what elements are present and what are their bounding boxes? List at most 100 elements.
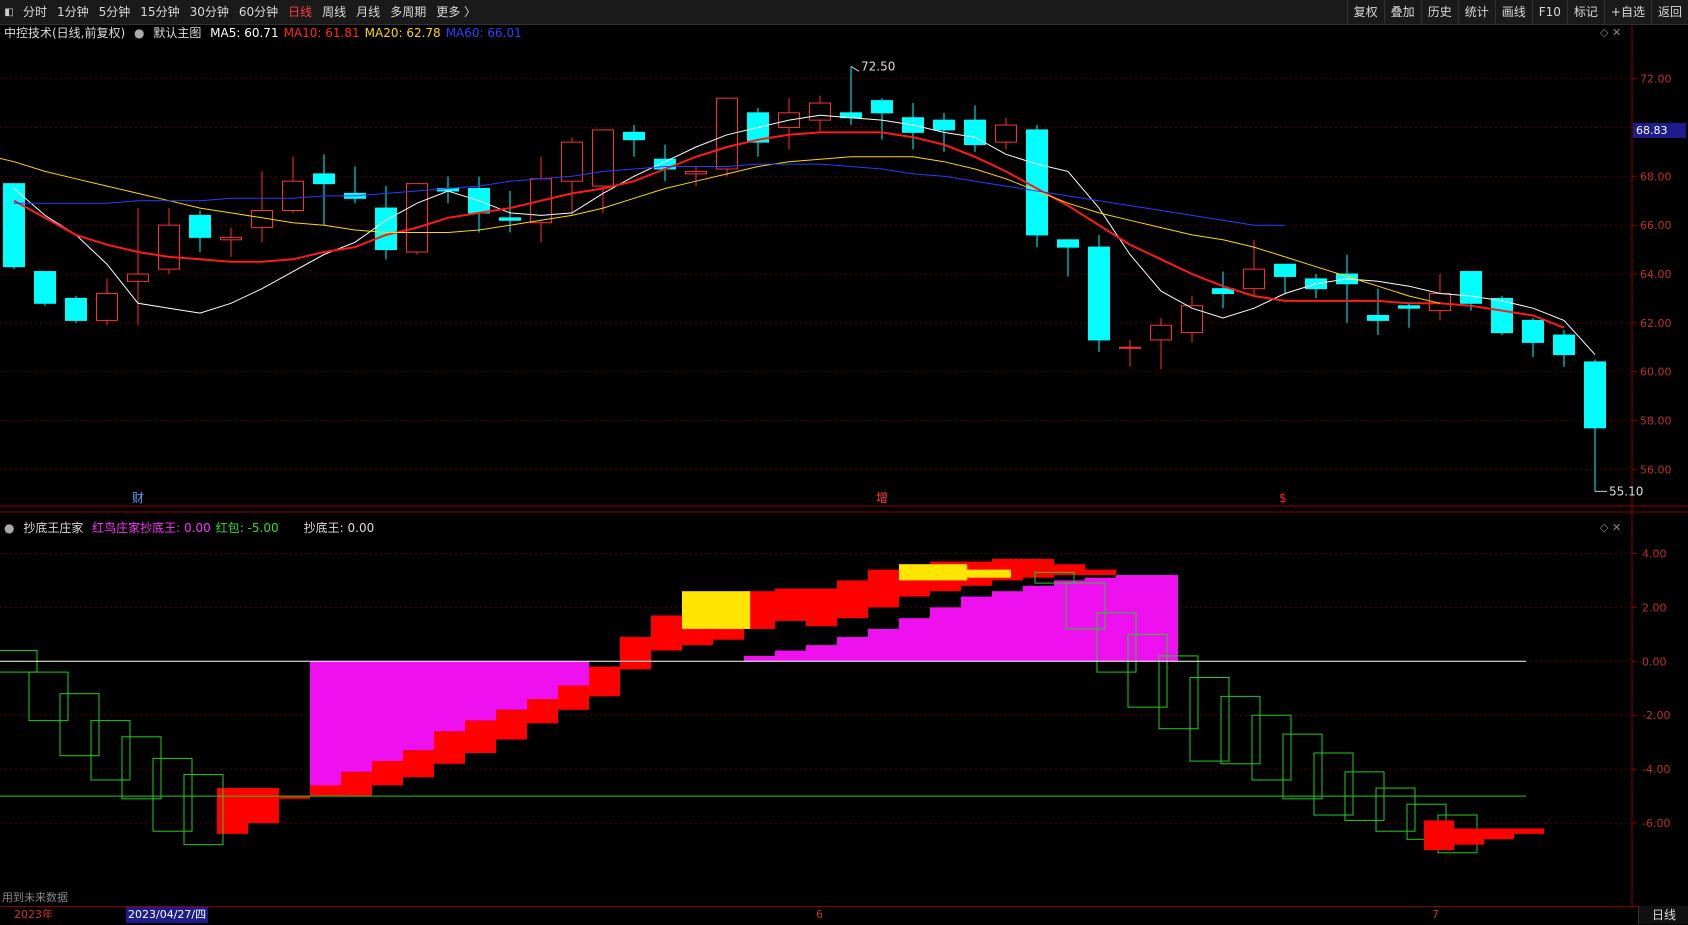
candle-body xyxy=(65,297,87,321)
green-step xyxy=(1251,714,1292,781)
price-tick-label: 66.00 xyxy=(1640,219,1672,232)
red-step xyxy=(341,771,372,797)
future-data-note: 用到未来数据 xyxy=(2,891,68,904)
candle-body xyxy=(282,180,304,212)
magenta-bar xyxy=(558,661,589,686)
candle-body xyxy=(1243,268,1265,290)
candle-body xyxy=(1150,324,1172,341)
candle-body xyxy=(220,236,242,241)
red-step xyxy=(589,666,620,697)
red-tail-step xyxy=(1454,828,1484,845)
magenta-bar xyxy=(868,628,899,662)
candle-body xyxy=(592,129,614,187)
red-step xyxy=(372,761,403,786)
period-button[interactable]: 日线 xyxy=(1638,906,1688,924)
red-step xyxy=(1054,564,1085,576)
red-tail-step xyxy=(1484,828,1514,840)
red-step xyxy=(527,699,558,724)
magenta-bar xyxy=(899,618,930,662)
magenta-bar xyxy=(775,650,806,662)
red-step xyxy=(558,685,589,710)
red-step xyxy=(434,731,465,764)
candle-body xyxy=(1367,315,1389,321)
green-step xyxy=(90,720,131,781)
magenta-bar xyxy=(1116,575,1147,662)
year-label: 2023年 xyxy=(14,908,53,921)
red-step xyxy=(1085,569,1116,576)
candle-body xyxy=(809,102,831,121)
green-step xyxy=(1158,655,1199,730)
price-tick-label: 60.00 xyxy=(1640,366,1672,379)
magenta-bar xyxy=(992,591,1023,662)
price-tick-label: 72.00 xyxy=(1640,73,1672,86)
green-step xyxy=(121,736,162,800)
red-step xyxy=(310,785,341,797)
red-step xyxy=(1023,558,1054,578)
magenta-bar xyxy=(1085,577,1116,662)
candle-body xyxy=(313,173,335,185)
red-step xyxy=(868,569,899,608)
ma5-line xyxy=(13,114,1596,355)
red-step xyxy=(620,637,651,670)
sub-tick-label: 4.00 xyxy=(1642,547,1667,560)
red-tail-step xyxy=(1424,820,1454,851)
candle-body xyxy=(1088,246,1110,341)
magenta-bar xyxy=(837,637,868,662)
candle-body xyxy=(3,183,25,268)
candle-body xyxy=(1181,305,1203,334)
candle-body xyxy=(1057,239,1079,248)
month-label-7: 7 xyxy=(1432,908,1439,921)
magenta-bar xyxy=(1023,585,1054,662)
magenta-bar xyxy=(527,661,558,700)
price-tick-label: 64.00 xyxy=(1640,268,1672,281)
magenta-bar xyxy=(341,661,372,772)
price-tick-label: 68.00 xyxy=(1640,170,1672,183)
marker-finance: 财 xyxy=(132,491,144,505)
green-step xyxy=(28,671,69,722)
red-step xyxy=(775,588,806,621)
red-step xyxy=(403,750,434,778)
magenta-bar xyxy=(806,645,837,662)
candle-body xyxy=(499,217,521,221)
month-label-6: 6 xyxy=(816,908,823,921)
red-step xyxy=(496,709,527,740)
magenta-bar xyxy=(310,661,341,789)
candle-body xyxy=(995,124,1017,143)
red-step xyxy=(465,720,496,753)
candle-body xyxy=(1553,334,1575,356)
low-label: 55.10 xyxy=(1609,484,1643,498)
candle-body xyxy=(375,207,397,251)
price-tick-label: 56.00 xyxy=(1640,463,1672,476)
red-step xyxy=(837,580,868,619)
candle-body xyxy=(1026,129,1048,236)
red-step xyxy=(806,588,837,627)
sub-tick-label: -6.00 xyxy=(1642,817,1670,830)
green-step xyxy=(1375,787,1416,832)
candle-body xyxy=(1274,263,1296,277)
green-step xyxy=(59,693,100,757)
candle-body xyxy=(1491,297,1513,334)
magenta-bar xyxy=(403,661,434,751)
candle-body xyxy=(1429,293,1451,312)
current-price-label: 68.83 xyxy=(1633,123,1686,138)
candle-body xyxy=(1119,346,1141,349)
green-step xyxy=(1313,752,1354,816)
red-step xyxy=(248,788,279,824)
candle-body xyxy=(1460,271,1482,304)
high-pointer xyxy=(850,65,860,72)
magenta-bar xyxy=(1054,580,1085,662)
marker-dividend: $ xyxy=(1279,491,1287,505)
magenta-bar xyxy=(744,655,775,662)
sub-tick-label: -4.00 xyxy=(1642,763,1670,776)
yellow-bar xyxy=(899,564,968,581)
magenta-bar xyxy=(961,596,992,662)
green-step xyxy=(1189,676,1230,762)
yellow-bar xyxy=(682,591,751,629)
cursor-date: 2023/04/27/四 xyxy=(126,907,209,923)
candle-body xyxy=(933,119,955,131)
candle-body xyxy=(189,214,211,238)
high-label: 72.50 xyxy=(861,59,895,73)
red-step xyxy=(651,615,682,651)
candle-body xyxy=(158,224,180,270)
chart-canvas[interactable]: 72.0070.0068.0066.0064.0062.0060.0058.00… xyxy=(0,0,1688,906)
